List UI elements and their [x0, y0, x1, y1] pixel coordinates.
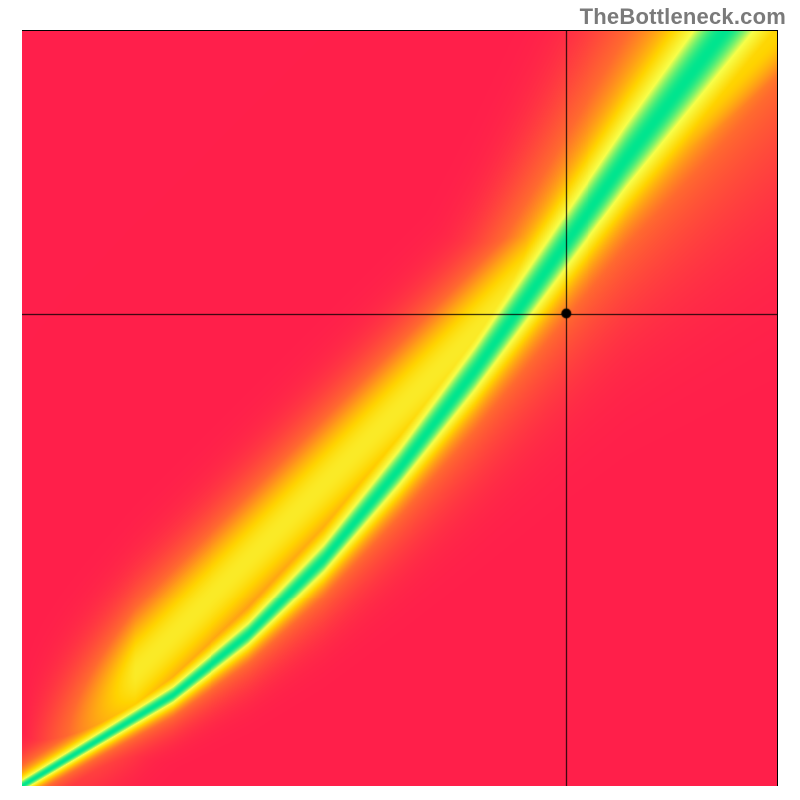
watermark-text: TheBottleneck.com: [580, 4, 786, 30]
bottleneck-heatmap: [22, 30, 778, 786]
chart-container: TheBottleneck.com: [0, 0, 800, 800]
